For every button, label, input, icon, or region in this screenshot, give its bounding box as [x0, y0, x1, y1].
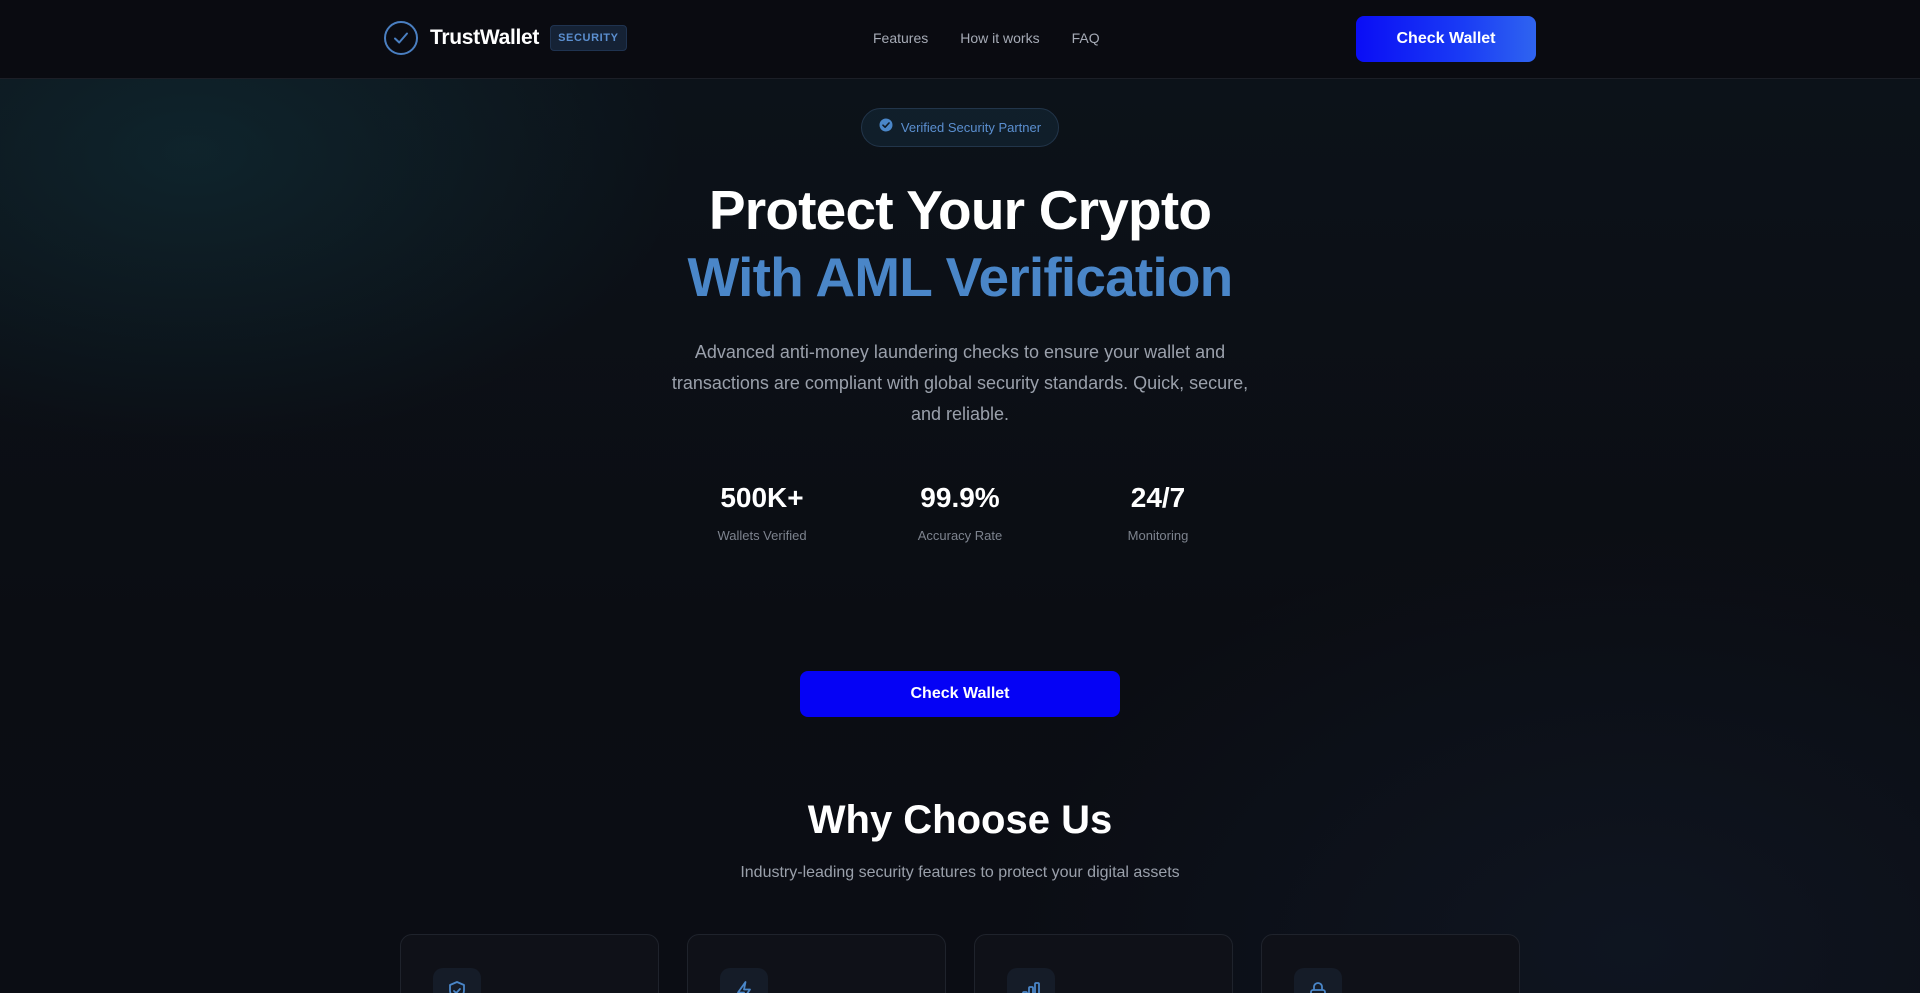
feature-card — [400, 934, 659, 993]
hero-check-wallet-button[interactable]: Check Wallet — [800, 671, 1120, 717]
lock-icon — [1294, 968, 1342, 993]
security-badge: SECURITY — [550, 25, 627, 51]
hero-title-line-2: With AML Verification — [687, 246, 1234, 308]
stat-label: Wallets Verified — [717, 528, 807, 543]
verified-badge-icon — [879, 118, 893, 137]
stat-label: Monitoring — [1127, 528, 1189, 543]
bar-chart-icon — [1007, 968, 1055, 993]
why-choose-us-title: Why Choose Us — [807, 798, 1113, 842]
stat-label: Accuracy Rate — [917, 528, 1003, 543]
stat-value: 500K+ — [720, 482, 804, 513]
lightning-icon — [720, 968, 768, 993]
verified-partner-pill: Verified Security Partner — [861, 108, 1059, 147]
feature-card — [687, 934, 946, 993]
stat-value: 24/7 — [1130, 482, 1186, 513]
header-check-wallet-button[interactable]: Check Wallet — [1356, 16, 1536, 62]
top-navbar: TrustWallet SECURITY Features How it wor… — [0, 0, 1920, 79]
main-nav: Features How it works FAQ — [873, 30, 1132, 46]
nav-link-features[interactable]: Features — [873, 30, 928, 46]
stat-wallets-verified: 500K+ Wallets Verified — [662, 482, 862, 543]
hero-description: Advanced anti-money laundering checks to… — [671, 342, 1249, 424]
nav-link-how-it-works[interactable]: How it works — [960, 30, 1039, 46]
brand[interactable]: TrustWallet SECURITY — [384, 21, 627, 55]
feature-card — [1261, 934, 1520, 993]
hero-title-line-1: Protect Your Crypto — [708, 179, 1212, 241]
nav-link-faq[interactable]: FAQ — [1072, 30, 1100, 46]
check-circle-icon — [384, 21, 418, 55]
stat-accuracy-rate: 99.9% Accuracy Rate — [860, 482, 1060, 543]
shield-check-icon — [433, 968, 481, 993]
stat-monitoring: 24/7 Monitoring — [1058, 482, 1258, 543]
pill-text: Verified Security Partner — [900, 120, 1042, 135]
stat-value: 99.9% — [920, 482, 1000, 513]
why-choose-us-subtitle: Industry-leading security features to pr… — [740, 864, 1180, 881]
feature-card — [974, 934, 1233, 993]
brand-name: TrustWallet — [430, 26, 540, 49]
